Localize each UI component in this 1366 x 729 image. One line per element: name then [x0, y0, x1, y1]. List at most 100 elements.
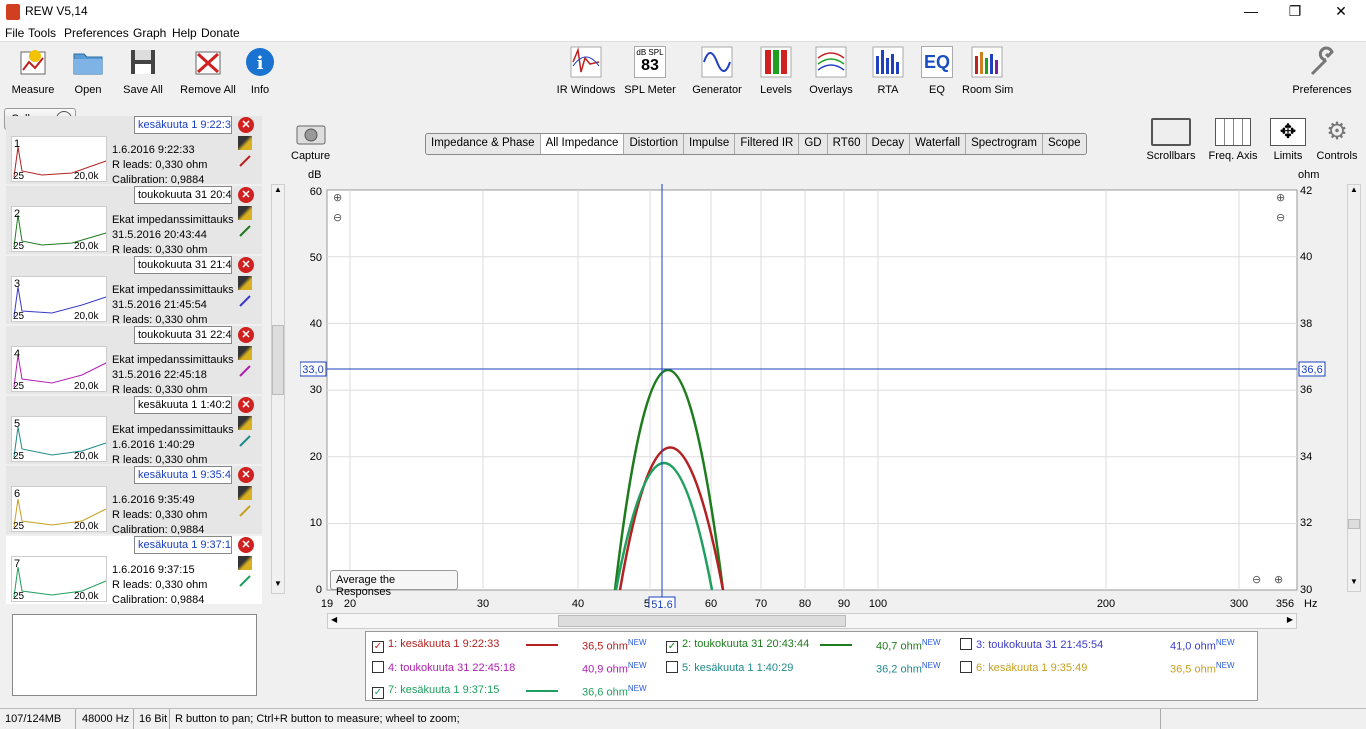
- measurement-color-icon[interactable]: [238, 276, 252, 290]
- legend-item-7[interactable]: ✓ 7: kesäkuuta 1 9:37:15: [372, 684, 499, 699]
- tab-rt60[interactable]: RT60: [828, 134, 867, 154]
- remove-all-button[interactable]: Remove All: [178, 46, 238, 96]
- preferences-button[interactable]: Preferences: [1290, 46, 1354, 96]
- controls-button[interactable]: ⚙ Controls: [1314, 118, 1360, 162]
- delete-measurement-icon[interactable]: ✕: [238, 117, 254, 133]
- delete-measurement-icon[interactable]: ✕: [238, 257, 254, 273]
- spl-meter-button[interactable]: dB SPL 83 SPL Meter: [624, 46, 676, 96]
- scroll-right-icon[interactable]: ▶: [1287, 615, 1293, 624]
- pen-icon[interactable]: [238, 434, 252, 448]
- zoom-out-icon[interactable]: ⊖: [1252, 573, 1261, 586]
- measurement-color-icon[interactable]: [238, 556, 252, 570]
- tab-filtered-ir[interactable]: Filtered IR: [735, 134, 800, 154]
- capture-button[interactable]: Capture: [291, 122, 330, 162]
- graph-horizontal-scrollbar[interactable]: ◀ ▶: [327, 613, 1297, 629]
- measurement-name-field[interactable]: toukokuuta 31 21:45:54: [134, 256, 232, 274]
- measurement-name-field[interactable]: toukokuuta 31 22:45:18: [134, 326, 232, 344]
- legend-item-2[interactable]: ✓ 2: toukokuuta 31 20:43:44: [666, 638, 809, 653]
- scroll-left-icon[interactable]: ◀: [331, 615, 337, 624]
- legend-checkbox[interactable]: ✓: [372, 641, 384, 653]
- measurement-item-2[interactable]: toukokuuta 31 20:43:44 ✕ 2 25 20,0k Ekat…: [6, 186, 262, 256]
- measurement-name-field[interactable]: kesäkuuta 1 9:37:15: [134, 536, 232, 554]
- open-button[interactable]: Open: [68, 46, 108, 96]
- tab-waterfall[interactable]: Waterfall: [910, 134, 967, 154]
- scroll-up-icon[interactable]: ▲: [272, 185, 284, 199]
- impedance-graph[interactable]: dB ohm 60 50 40 30 20 10 0 42 40 38 36 3…: [300, 168, 1340, 608]
- zoom-in-icon[interactable]: ⊕: [1276, 191, 1285, 204]
- limits-button[interactable]: ✥ Limits: [1268, 118, 1308, 162]
- legend-checkbox[interactable]: [960, 638, 972, 650]
- menu-preferences[interactable]: Preferences: [64, 26, 129, 40]
- pen-icon[interactable]: [238, 154, 252, 168]
- zoom-in-icon[interactable]: ⊕: [333, 191, 342, 204]
- menu-file[interactable]: File: [5, 26, 24, 40]
- scrollbar-thumb[interactable]: [1348, 519, 1360, 529]
- menu-graph[interactable]: Graph: [133, 26, 166, 40]
- zoom-out-icon[interactable]: ⊖: [333, 211, 342, 224]
- ir-windows-button[interactable]: IR Windows: [556, 46, 616, 96]
- delete-measurement-icon[interactable]: ✕: [238, 537, 254, 553]
- measurement-color-icon[interactable]: [238, 136, 252, 150]
- minimize-button[interactable]: —: [1228, 0, 1274, 24]
- levels-button[interactable]: Levels: [756, 46, 796, 96]
- zoom-out-icon[interactable]: ⊖: [1276, 211, 1285, 224]
- generator-button[interactable]: Generator: [690, 46, 744, 96]
- tab-gd[interactable]: GD: [799, 134, 828, 154]
- legend-checkbox[interactable]: [372, 661, 384, 673]
- restore-button[interactable]: ❐: [1272, 0, 1318, 24]
- close-window-button[interactable]: ✕: [1318, 0, 1364, 24]
- measurement-item-3[interactable]: toukokuuta 31 21:45:54 ✕ 3 25 20,0k Ekat…: [6, 256, 262, 326]
- legend-item-6[interactable]: 6: kesäkuuta 1 9:35:49: [960, 661, 1087, 674]
- delete-measurement-icon[interactable]: ✕: [238, 187, 254, 203]
- rta-button[interactable]: RTA: [870, 46, 906, 96]
- pen-icon[interactable]: [238, 504, 252, 518]
- tab-spectrogram[interactable]: Spectrogram: [966, 134, 1043, 154]
- measurement-name-field[interactable]: kesäkuuta 1 1:40:29: [134, 396, 232, 414]
- measurement-name-field[interactable]: kesäkuuta 1 9:22:33: [134, 116, 232, 134]
- tab-scope[interactable]: Scope: [1043, 134, 1086, 154]
- measurement-color-icon[interactable]: [238, 416, 252, 430]
- measurement-name-field[interactable]: toukokuuta 31 20:43:44: [134, 186, 232, 204]
- delete-measurement-icon[interactable]: ✕: [238, 327, 254, 343]
- scroll-up-icon[interactable]: ▲: [1348, 185, 1360, 199]
- measurement-color-icon[interactable]: [238, 206, 252, 220]
- legend-item-3[interactable]: 3: toukokuuta 31 21:45:54: [960, 638, 1103, 651]
- measurement-item-5[interactable]: kesäkuuta 1 1:40:29 ✕ 5 25 20,0k Ekat im…: [6, 396, 262, 466]
- measure-button[interactable]: Measure: [8, 46, 58, 96]
- save-all-button[interactable]: Save All: [118, 46, 168, 96]
- tab-decay[interactable]: Decay: [867, 134, 911, 154]
- tab-impedance-phase[interactable]: Impedance & Phase: [426, 134, 541, 154]
- pen-icon[interactable]: [238, 224, 252, 238]
- pen-icon[interactable]: [238, 294, 252, 308]
- legend-item-5[interactable]: 5: kesäkuuta 1 1:40:29: [666, 661, 793, 674]
- pen-icon[interactable]: [238, 364, 252, 378]
- measurements-scrollbar[interactable]: ▲ ▼: [271, 184, 285, 594]
- measurement-notes-area[interactable]: [12, 614, 257, 696]
- room-sim-button[interactable]: Room Sim: [962, 46, 1013, 96]
- measurement-item-6[interactable]: kesäkuuta 1 9:35:49 ✕ 6 25 20,0k 1.6.201…: [6, 466, 262, 536]
- delete-measurement-icon[interactable]: ✕: [238, 467, 254, 483]
- zoom-in-icon[interactable]: ⊕: [1274, 573, 1283, 586]
- menu-help[interactable]: Help: [172, 26, 197, 40]
- legend-checkbox[interactable]: ✓: [372, 687, 384, 699]
- measurement-name-field[interactable]: kesäkuuta 1 9:35:49: [134, 466, 232, 484]
- info-button[interactable]: i Info: [244, 46, 276, 96]
- tab-distortion[interactable]: Distortion: [624, 134, 685, 154]
- legend-item-1[interactable]: ✓ 1: kesäkuuta 1 9:22:33: [372, 638, 499, 653]
- menu-donate[interactable]: Donate: [201, 26, 240, 40]
- overlays-button[interactable]: Overlays: [806, 46, 856, 96]
- graph-vertical-scrollbar[interactable]: ▲ ▼: [1347, 184, 1361, 592]
- scrollbar-thumb[interactable]: [558, 615, 846, 627]
- scroll-down-icon[interactable]: ▼: [272, 579, 284, 593]
- tab-impulse[interactable]: Impulse: [684, 134, 736, 154]
- scroll-down-icon[interactable]: ▼: [1348, 577, 1360, 591]
- measurement-color-icon[interactable]: [238, 486, 252, 500]
- legend-item-4[interactable]: 4: toukokuuta 31 22:45:18: [372, 661, 515, 674]
- scrollbars-button[interactable]: Scrollbars: [1146, 118, 1196, 162]
- legend-checkbox[interactable]: ✓: [666, 641, 678, 653]
- legend-checkbox[interactable]: [960, 661, 972, 673]
- measurement-item-1[interactable]: kesäkuuta 1 9:22:33 ✕ 1 25 20,0k 1.6.201…: [6, 116, 262, 186]
- measurement-color-icon[interactable]: [238, 346, 252, 360]
- measurement-item-4[interactable]: toukokuuta 31 22:45:18 ✕ 4 25 20,0k Ekat…: [6, 326, 262, 396]
- scrollbar-thumb[interactable]: [272, 325, 284, 395]
